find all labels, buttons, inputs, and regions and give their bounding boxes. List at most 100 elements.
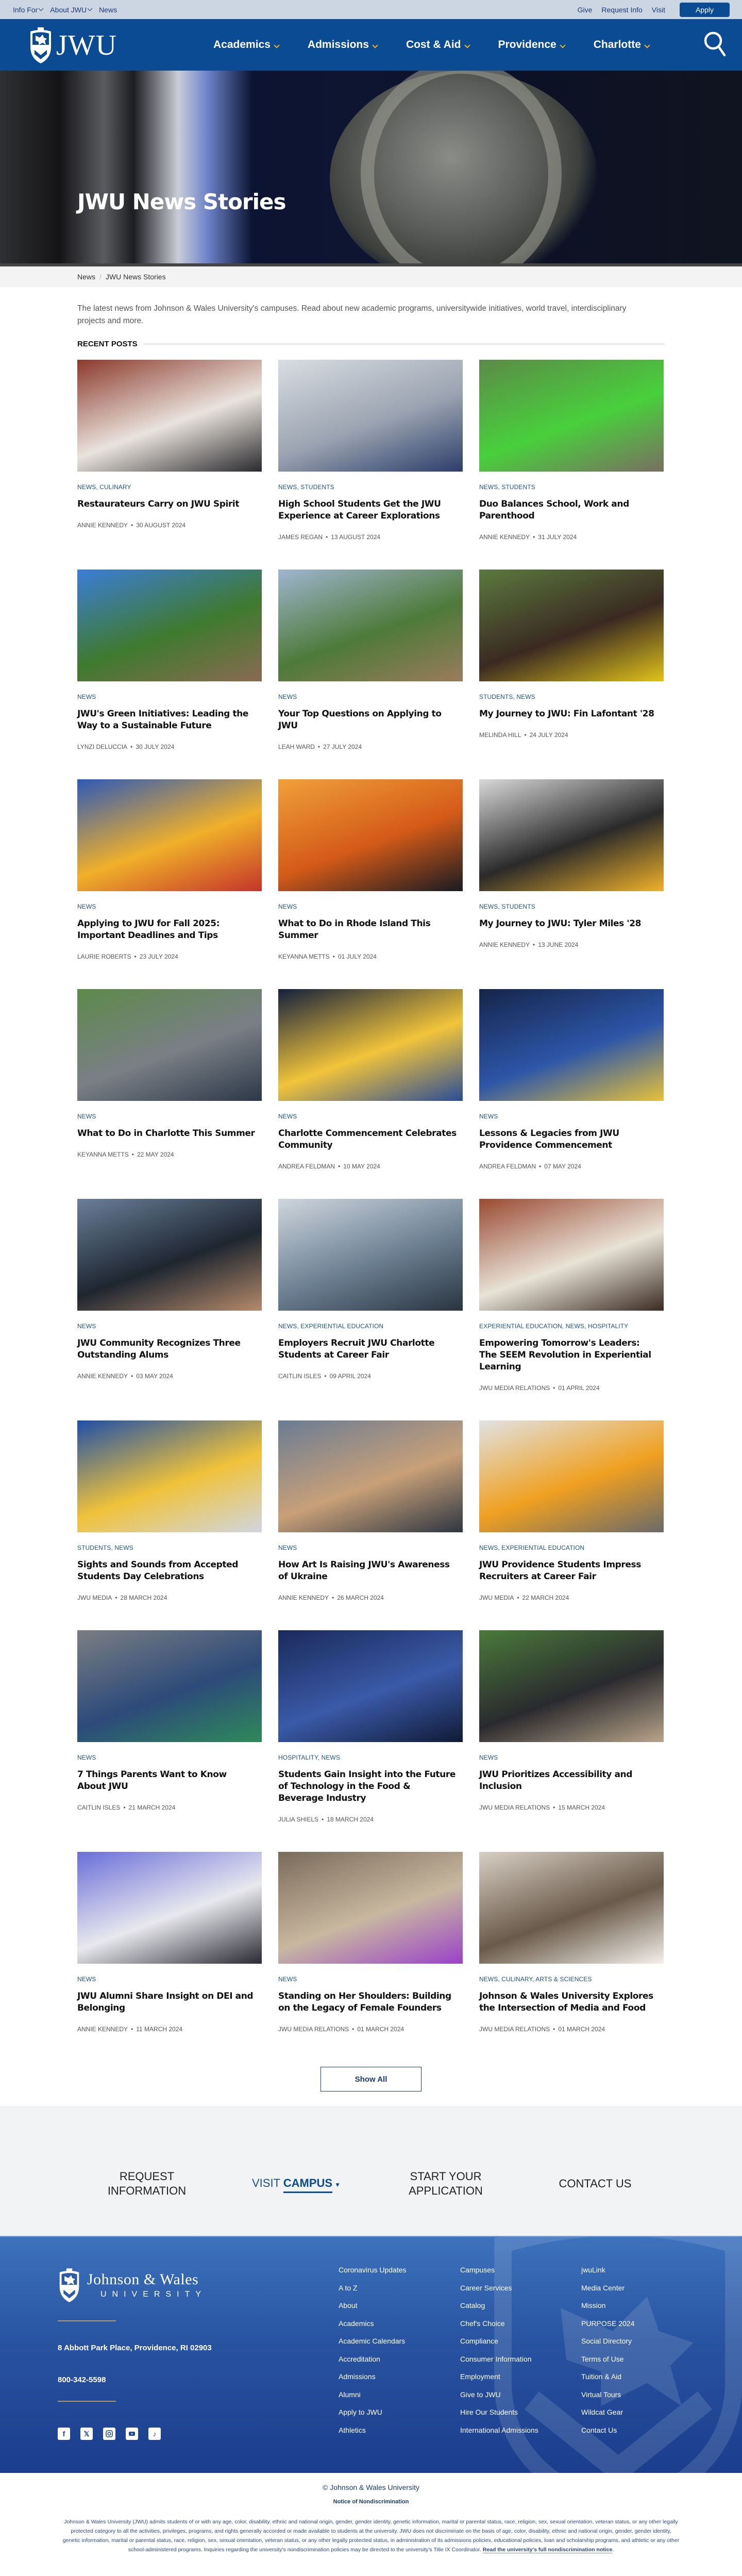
post-card[interactable]: News Your Top Questions on Applying to JW… bbox=[278, 570, 463, 779]
post-categories[interactable]: Students, News bbox=[479, 693, 664, 700]
footer-link[interactable]: Admissions bbox=[339, 2372, 407, 2390]
post-card[interactable]: News, Students High School Students Get t… bbox=[278, 360, 463, 570]
footer-link[interactable]: Academic Calendars bbox=[339, 2336, 407, 2354]
post-card[interactable]: News JWU Alumni Share Insight on DEI and … bbox=[77, 1852, 262, 2062]
tiktok-icon[interactable]: ♪ bbox=[148, 2428, 161, 2440]
post-title[interactable]: 7 Things Parents Want to Know About JWU bbox=[77, 1769, 262, 1793]
post-card[interactable]: News JWU's Green Initiatives: Leading the… bbox=[77, 570, 262, 779]
footer-link[interactable]: Academics bbox=[339, 2319, 407, 2337]
search-icon[interactable] bbox=[703, 30, 727, 57]
footer-logo[interactable]: Johnson & Wales UNIVERSITY bbox=[58, 2267, 207, 2304]
post-card[interactable]: News, Students My Journey to JWU: Tyler M… bbox=[479, 779, 664, 989]
post-card[interactable]: News, Experiential Education Employers Re… bbox=[278, 1199, 463, 1420]
post-thumbnail[interactable] bbox=[77, 1420, 262, 1532]
post-categories[interactable]: News bbox=[77, 1113, 262, 1120]
post-title[interactable]: My Journey to JWU: Fin Lafontant '28 bbox=[479, 708, 664, 720]
nav-cost-aid[interactable]: Cost & Aid bbox=[406, 39, 470, 51]
post-categories[interactable]: News, Experiential Education bbox=[479, 1544, 664, 1551]
post-card[interactable]: Experiential Education, News, Hospitalit… bbox=[479, 1199, 664, 1420]
apply-button[interactable]: Apply bbox=[680, 2, 730, 17]
post-card[interactable]: News, Culinary Restaurateurs Carry on JWU… bbox=[77, 360, 262, 570]
post-categories[interactable]: News bbox=[278, 1544, 463, 1551]
footer-link[interactable]: Media Center bbox=[581, 2283, 635, 2301]
post-categories[interactable]: News bbox=[278, 1976, 463, 1983]
post-thumbnail[interactable] bbox=[77, 1199, 262, 1311]
util-news[interactable]: News bbox=[99, 6, 117, 14]
post-title[interactable]: Restaurateurs Carry on JWU Spirit bbox=[77, 498, 262, 510]
request-info-link[interactable]: Request Info bbox=[601, 6, 642, 14]
post-title[interactable]: What to Do in Charlotte This Summer bbox=[77, 1128, 262, 1140]
util-info-for[interactable]: Info For bbox=[13, 6, 44, 14]
post-categories[interactable]: News bbox=[77, 903, 262, 910]
footer-link[interactable]: Tuition & Aid bbox=[581, 2372, 635, 2390]
footer-link[interactable]: Mission bbox=[581, 2301, 635, 2319]
post-title[interactable]: Empowering Tomorrow's Leaders: The SEEM … bbox=[479, 1337, 664, 1373]
footer-link[interactable]: International Admissions bbox=[460, 2426, 538, 2444]
footer-link[interactable]: Social Directory bbox=[581, 2336, 635, 2354]
give-link[interactable]: Give bbox=[578, 6, 593, 14]
footer-link[interactable]: PURPOSE 2024 bbox=[581, 2319, 635, 2337]
post-title[interactable]: JWU Alumni Share Insight on DEI and Belo… bbox=[77, 1990, 262, 2014]
post-categories[interactable]: News bbox=[77, 1323, 262, 1330]
post-title[interactable]: Applying to JWU for Fall 2025: Important… bbox=[77, 918, 262, 942]
post-thumbnail[interactable] bbox=[479, 779, 664, 891]
post-card[interactable]: News 7 Things Parents Want to Know About … bbox=[77, 1630, 262, 1852]
cta-start-application[interactable]: Start Your Application bbox=[371, 2169, 520, 2198]
footer-link[interactable]: Give to JWU bbox=[460, 2390, 538, 2408]
post-categories[interactable]: News, Students bbox=[479, 903, 664, 910]
post-thumbnail[interactable] bbox=[278, 360, 463, 472]
post-card[interactable]: News What to Do in Rhode Island This Summ… bbox=[278, 779, 463, 989]
post-categories[interactable]: News, Experiential Education bbox=[278, 1323, 463, 1330]
post-categories[interactable]: News bbox=[278, 903, 463, 910]
cta-visit-campus[interactable]: Visit Campus ▼ bbox=[222, 2176, 371, 2193]
post-thumbnail[interactable] bbox=[278, 1199, 463, 1311]
footer-link[interactable]: Compliance bbox=[460, 2336, 538, 2354]
visit-link[interactable]: Visit bbox=[652, 6, 665, 14]
post-thumbnail[interactable] bbox=[77, 1852, 262, 1964]
post-card[interactable]: News What to Do in Charlotte This Summer K… bbox=[77, 989, 262, 1199]
post-card[interactable]: News, Students Duo Balances School, Work … bbox=[479, 360, 664, 570]
post-categories[interactable]: News bbox=[479, 1754, 664, 1761]
footer-link[interactable]: About bbox=[339, 2301, 407, 2319]
instagram-icon[interactable] bbox=[103, 2428, 115, 2440]
post-thumbnail[interactable] bbox=[77, 1630, 262, 1742]
footer-link[interactable]: Career Services bbox=[460, 2283, 538, 2301]
post-thumbnail[interactable] bbox=[278, 1420, 463, 1532]
post-title[interactable]: Sights and Sounds from Accepted Students… bbox=[77, 1559, 262, 1583]
post-thumbnail[interactable] bbox=[77, 360, 262, 472]
cta-contact-us[interactable]: Contact Us bbox=[520, 2177, 670, 2191]
post-title[interactable]: Duo Balances School, Work and Parenthood bbox=[479, 498, 664, 522]
footer-link[interactable]: Employment bbox=[460, 2372, 538, 2390]
footer-link[interactable]: Hire Our Students bbox=[460, 2407, 538, 2426]
footer-link[interactable]: Virtual Tours bbox=[581, 2390, 635, 2408]
post-card[interactable]: News Applying to JWU for Fall 2025: Impor… bbox=[77, 779, 262, 989]
post-card[interactable]: Students, News Sights and Sounds from Acc… bbox=[77, 1420, 262, 1630]
post-card[interactable]: News, Experiential Education JWU Providen… bbox=[479, 1420, 664, 1630]
post-title[interactable]: High School Students Get the JWU Experie… bbox=[278, 498, 463, 522]
post-title[interactable]: Johnson & Wales University Explores the … bbox=[479, 1990, 664, 2014]
post-title[interactable]: Standing on Her Shoulders: Building on t… bbox=[278, 1990, 463, 2014]
footer-link[interactable]: Chef's Choice bbox=[460, 2319, 538, 2337]
post-categories[interactable]: News, Students bbox=[479, 483, 664, 491]
post-thumbnail[interactable] bbox=[479, 360, 664, 472]
post-title[interactable]: JWU Community Recognizes Three Outstandi… bbox=[77, 1337, 262, 1361]
footer-link[interactable]: A to Z bbox=[339, 2283, 407, 2301]
post-title[interactable]: Charlotte Commencement Celebrates Commun… bbox=[278, 1128, 463, 1151]
post-title[interactable]: JWU's Green Initiatives: Leading the Way… bbox=[77, 708, 262, 732]
post-thumbnail[interactable] bbox=[278, 779, 463, 891]
post-card[interactable]: News How Art Is Raising JWU's Awareness o… bbox=[278, 1420, 463, 1630]
post-title[interactable]: My Journey to JWU: Tyler Miles '28 bbox=[479, 918, 664, 930]
post-title[interactable]: What to Do in Rhode Island This Summer bbox=[278, 918, 463, 942]
cta-request-information[interactable]: Request Information bbox=[72, 2169, 222, 2198]
breadcrumb-news[interactable]: News bbox=[77, 273, 95, 281]
footer-link[interactable]: Alumni bbox=[339, 2390, 407, 2408]
post-thumbnail[interactable] bbox=[278, 570, 463, 681]
post-card[interactable]: News, Culinary, Arts & Sciences Johnson &… bbox=[479, 1852, 664, 2062]
show-all-button[interactable]: Show All bbox=[321, 2067, 421, 2092]
post-thumbnail[interactable] bbox=[278, 989, 463, 1101]
post-categories[interactable]: News bbox=[77, 1754, 262, 1761]
post-thumbnail[interactable] bbox=[479, 989, 664, 1101]
post-thumbnail[interactable] bbox=[77, 779, 262, 891]
nav-admissions[interactable]: Admissions bbox=[308, 39, 378, 51]
footer-link[interactable]: Accreditation bbox=[339, 2354, 407, 2372]
